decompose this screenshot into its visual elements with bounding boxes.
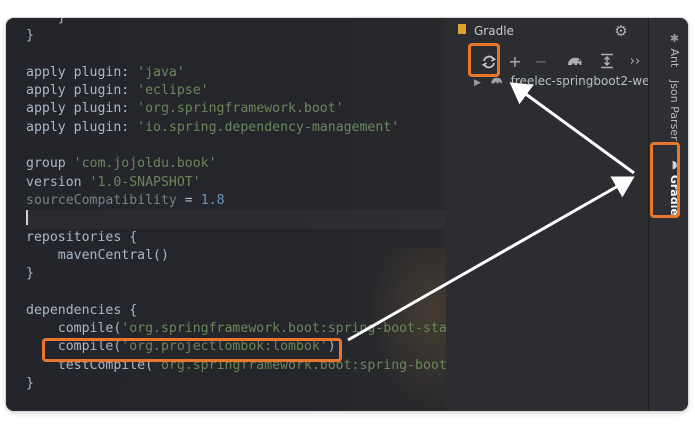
arrow-lombok-to-gradle [347, 176, 635, 342]
annotation-arrows [347, 82, 635, 342]
arrow-gradle-to-refresh [509, 82, 635, 175]
ide-window: }} apply plugin: 'java'apply plugin: 'ec… [6, 18, 688, 411]
